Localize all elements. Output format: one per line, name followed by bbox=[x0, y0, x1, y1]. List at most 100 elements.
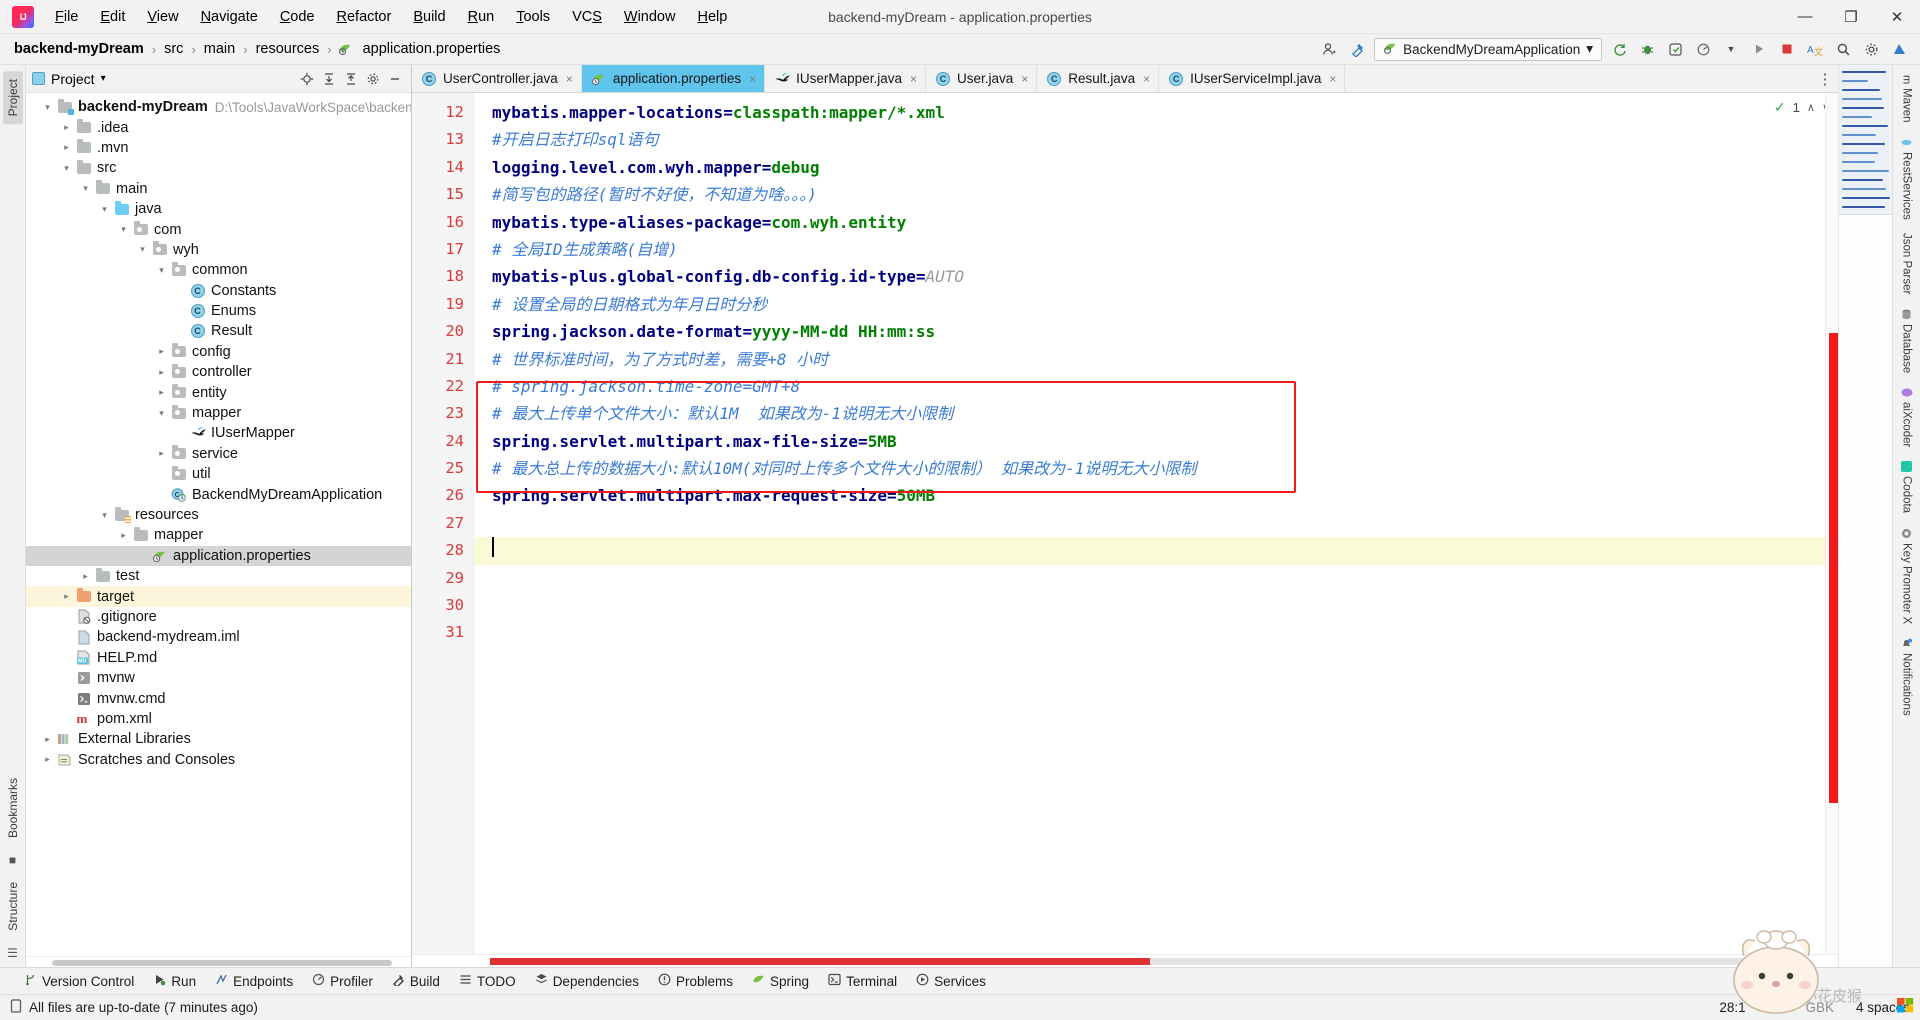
code-line[interactable]: # 最大上传单个文件大小：默认1M 如果改为-1说明无大小限制 bbox=[474, 400, 1838, 427]
code-line[interactable]: # 全局ID生成策略(自增) bbox=[474, 236, 1838, 263]
tree-node-test[interactable]: ▸test bbox=[26, 566, 411, 586]
chevron-down-icon[interactable]: ▾ bbox=[97, 204, 112, 215]
menu-window[interactable]: Window bbox=[613, 4, 687, 30]
menu-refactor[interactable]: Refactor bbox=[326, 4, 403, 30]
chevron-up-icon[interactable]: ∧ bbox=[1807, 101, 1815, 114]
tree-node-external-libraries[interactable]: ▸External Libraries bbox=[26, 729, 411, 749]
editor-horizontal-scrollbar[interactable] bbox=[412, 954, 1838, 967]
tool-window-spring[interactable]: Spring bbox=[752, 973, 809, 989]
project-tree[interactable]: ▾backend-myDreamD:\Tools\JavaWorkSpace\b… bbox=[26, 93, 411, 956]
expand-all-icon[interactable] bbox=[319, 69, 339, 89]
locate-icon[interactable] bbox=[297, 69, 317, 89]
code-content[interactable]: mybatis.mapper-locations=classpath:mappe… bbox=[474, 93, 1838, 954]
tree-node-idea[interactable]: ▸.idea bbox=[26, 117, 411, 137]
file-encoding[interactable]: GBK bbox=[1805, 1000, 1834, 1015]
tree-node-help-md[interactable]: MDHELP.md bbox=[26, 648, 411, 668]
code-line[interactable]: spring.jackson.date-format=yyyy-MM-dd HH… bbox=[474, 318, 1838, 345]
debug-icon[interactable] bbox=[1636, 38, 1658, 60]
close-icon[interactable]: × bbox=[1329, 72, 1336, 86]
tool-window-services[interactable]: Services bbox=[916, 973, 986, 989]
tree-node-pom-xml[interactable]: mpom.xml bbox=[26, 709, 411, 729]
sidebar-item-project[interactable]: Project bbox=[3, 71, 23, 124]
menu-file[interactable]: File bbox=[44, 4, 89, 30]
sidebar-item-json-parser[interactable]: Json Parser bbox=[1899, 227, 1915, 300]
tree-node-mvn[interactable]: ▸.mvn bbox=[26, 138, 411, 158]
close-icon[interactable]: × bbox=[566, 72, 573, 86]
sidebar-item-structure[interactable]: Structure bbox=[3, 874, 23, 939]
code-line[interactable] bbox=[474, 565, 1838, 592]
tree-node-mapper[interactable]: ▸mapper bbox=[26, 525, 411, 545]
tree-node-gitignore[interactable]: .gitignore bbox=[26, 607, 411, 627]
tree-node-result[interactable]: CResult bbox=[26, 321, 411, 341]
editor-tab-user-java[interactable]: CUser.java× bbox=[926, 65, 1037, 92]
code-line[interactable]: #开启日志打印sql语句 bbox=[474, 126, 1838, 153]
tree-node-main[interactable]: ▾main bbox=[26, 179, 411, 199]
hammer-icon[interactable] bbox=[1346, 38, 1368, 60]
chevron-right-icon[interactable]: ▸ bbox=[59, 122, 74, 133]
menu-code[interactable]: Code bbox=[269, 4, 326, 30]
code-line[interactable]: # spring.jackson.time-zone=GMT+8 bbox=[474, 373, 1838, 400]
breadcrumb-item-file[interactable]: application.properties bbox=[359, 39, 505, 59]
stop-icon[interactable] bbox=[1776, 38, 1798, 60]
line-separator[interactable]: LF bbox=[1768, 1000, 1784, 1015]
sidebar-item-restservices[interactable]: RestServices bbox=[1899, 131, 1915, 226]
minimize-button[interactable]: — bbox=[1782, 0, 1828, 34]
chevron-right-icon[interactable]: ▸ bbox=[40, 734, 55, 745]
tree-node-entity[interactable]: ▸entity bbox=[26, 382, 411, 402]
editor-tab-application-properties[interactable]: application.properties× bbox=[582, 65, 765, 92]
sidebar-item-bookmarks[interactable]: Bookmarks bbox=[3, 770, 23, 846]
tree-node-com[interactable]: ▾com bbox=[26, 219, 411, 239]
tree-node-java[interactable]: ▾java bbox=[26, 199, 411, 219]
tree-node-wyh[interactable]: ▾wyh bbox=[26, 240, 411, 260]
sidebar-item-database[interactable]: Database bbox=[1899, 303, 1915, 379]
sidebar-item-codota[interactable]: Codota bbox=[1899, 455, 1915, 519]
chevron-right-icon[interactable]: ▸ bbox=[154, 367, 169, 378]
chevron-down-icon[interactable]: ▾ bbox=[101, 73, 106, 84]
tree-node-common[interactable]: ▾common bbox=[26, 260, 411, 280]
editor-tab-iuserserviceimpl-java[interactable]: CIUserServiceImpl.java× bbox=[1159, 65, 1345, 92]
tool-window-todo[interactable]: TODO bbox=[459, 973, 516, 989]
chevron-right-icon[interactable]: ▸ bbox=[59, 591, 74, 602]
menu-vcs[interactable]: VCS bbox=[561, 4, 613, 30]
tree-node-mvnw-cmd[interactable]: mvnw.cmd bbox=[26, 688, 411, 708]
tree-node-iusermapper[interactable]: IUserMapper bbox=[26, 423, 411, 443]
tool-window-dependencies[interactable]: Dependencies bbox=[535, 973, 639, 989]
tool-window-version-control[interactable]: Version Control bbox=[24, 973, 134, 989]
close-icon[interactable]: × bbox=[910, 72, 917, 86]
chevron-down-icon[interactable]: ▾ bbox=[78, 183, 93, 194]
gear-icon[interactable] bbox=[363, 69, 383, 89]
breadcrumb-item-main[interactable]: main bbox=[200, 39, 239, 59]
maximize-button[interactable]: ❐ bbox=[1828, 0, 1874, 34]
run-icon[interactable] bbox=[1748, 38, 1770, 60]
code-line[interactable]: # 设置全局的日期格式为年月日时分秒 bbox=[474, 291, 1838, 318]
tree-node-constants[interactable]: CConstants bbox=[26, 281, 411, 301]
close-button[interactable]: ✕ bbox=[1874, 0, 1920, 34]
tree-node-backend-mydream[interactable]: ▾backend-myDreamD:\Tools\JavaWorkSpace\b… bbox=[26, 97, 411, 117]
code-line[interactable] bbox=[474, 537, 1838, 564]
tree-node-scratches-and-consoles[interactable]: ▸Scratches and Consoles bbox=[26, 750, 411, 770]
tree-node-util[interactable]: util bbox=[26, 464, 411, 484]
user-icon[interactable] bbox=[1318, 38, 1340, 60]
inspection-widget[interactable]: ✓ 1 ∧ ∨ bbox=[1774, 99, 1830, 116]
chevron-right-icon[interactable]: ▸ bbox=[154, 448, 169, 459]
code-line[interactable]: mybatis-plus.global-config.db-config.id-… bbox=[474, 263, 1838, 290]
tree-node-service[interactable]: ▸service bbox=[26, 444, 411, 464]
error-stripe[interactable] bbox=[1825, 93, 1838, 954]
tree-node-config[interactable]: ▸config bbox=[26, 342, 411, 362]
chevron-down-icon[interactable]: ▾ bbox=[1586, 41, 1593, 57]
scrollbar-thumb[interactable] bbox=[490, 958, 1150, 965]
sidebar-item-notifications[interactable]: Notifications bbox=[1899, 632, 1915, 722]
coverage-icon[interactable] bbox=[1664, 38, 1686, 60]
code-line[interactable]: mybatis.type-aliases-package=com.wyh.ent… bbox=[474, 209, 1838, 236]
sidebar-item-key-promoter-x[interactable]: Key Promoter X bbox=[1899, 522, 1915, 630]
tree-node-src[interactable]: ▾src bbox=[26, 158, 411, 178]
collapse-all-icon[interactable] bbox=[341, 69, 361, 89]
tool-window-build[interactable]: Build bbox=[392, 973, 440, 989]
menu-view[interactable]: View bbox=[136, 4, 189, 30]
chevron-right-icon[interactable]: ▸ bbox=[59, 142, 74, 153]
tree-node-resources[interactable]: ▾resources bbox=[26, 505, 411, 525]
hide-panel-icon[interactable] bbox=[385, 69, 405, 89]
editor-tab-iusermapper-java[interactable]: IUserMapper.java× bbox=[765, 65, 926, 92]
error-stripe-marker[interactable] bbox=[1829, 333, 1838, 803]
run-configuration-selector[interactable]: BackendMyDreamApplication ▾ bbox=[1374, 38, 1602, 61]
